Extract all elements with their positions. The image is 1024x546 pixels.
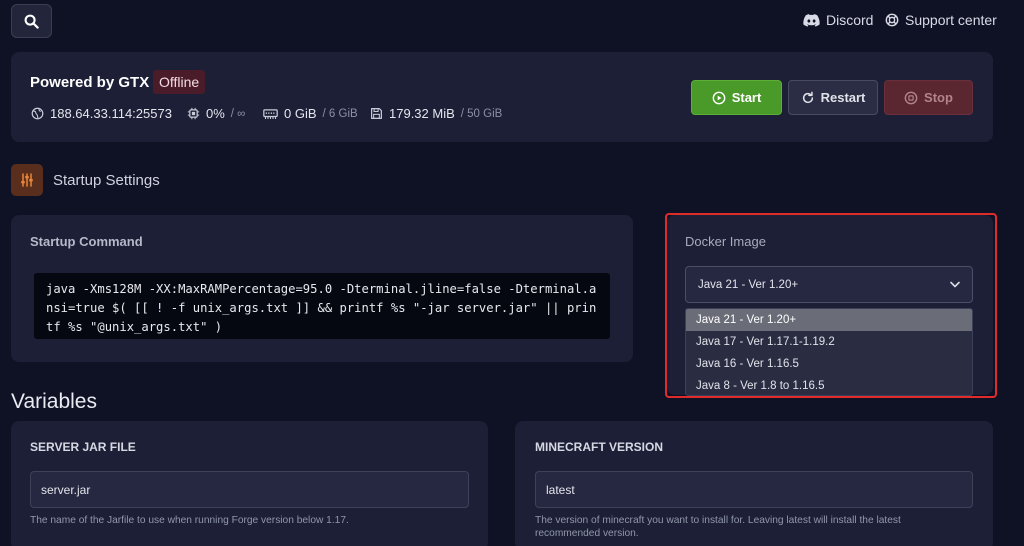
variable-title: MINECRAFT VERSION <box>535 440 664 454</box>
discord-icon <box>803 13 820 27</box>
stop-label: Stop <box>924 90 953 105</box>
start-button[interactable]: Start <box>691 80 782 115</box>
server-address: 188.64.33.114:25573 <box>31 106 172 121</box>
support-center-label: Support center <box>905 12 997 28</box>
address-value: 188.64.33.114:25573 <box>50 106 172 121</box>
docker-image-dropdown: Java 21 - Ver 1.20+ Java 17 - Ver 1.17.1… <box>685 308 973 396</box>
variable-title: SERVER JAR FILE <box>30 440 136 454</box>
cpu-usage: 0% / ∞ <box>187 106 245 121</box>
support-center-link[interactable]: Support center <box>885 12 997 28</box>
memory-value: 0 GiB <box>284 106 317 121</box>
restart-icon <box>802 91 813 103</box>
docker-image-label: Docker Image <box>685 234 766 249</box>
variables-title: Variables <box>11 390 97 413</box>
variable-description: The name of the Jarfile to use when runn… <box>30 515 349 526</box>
chevron-down-icon <box>950 281 960 288</box>
server-name: Powered by GTX <box>30 74 150 91</box>
minecraft-version-value: latest <box>546 482 575 497</box>
disk-value: 179.32 MiB <box>389 106 455 121</box>
globe-icon <box>31 107 44 120</box>
startup-settings-icon-box <box>11 164 43 196</box>
play-circle-icon <box>712 91 726 104</box>
memory-limit: / 6 GiB <box>322 107 358 120</box>
floppy-disk-icon <box>371 108 382 119</box>
startup-settings-title: Startup Settings <box>53 172 160 189</box>
discord-label: Discord <box>826 12 874 28</box>
start-label: Start <box>731 90 762 105</box>
minecraft-version-input[interactable]: latest <box>535 471 973 508</box>
stop-button[interactable]: Stop <box>884 80 973 115</box>
docker-image-selected: Java 21 - Ver 1.20+ <box>698 278 799 291</box>
cpu-value: 0% <box>206 106 225 121</box>
restart-label: Restart <box>820 90 866 105</box>
lifebuoy-icon <box>885 13 899 27</box>
search-button[interactable] <box>11 4 52 38</box>
discord-link[interactable]: Discord <box>803 12 873 28</box>
docker-image-select[interactable]: Java 21 - Ver 1.20+ <box>685 266 973 303</box>
server-jar-value: server.jar <box>41 482 91 497</box>
cpu-icon <box>187 107 200 120</box>
docker-option[interactable]: Java 21 - Ver 1.20+ <box>686 309 972 331</box>
server-jar-input[interactable]: server.jar <box>30 471 469 508</box>
docker-option[interactable]: Java 17 - Ver 1.17.1-1.19.2 <box>686 331 972 353</box>
stop-circle-icon <box>904 91 918 104</box>
disk-limit: / 50 GiB <box>460 107 503 120</box>
startup-command-label: Startup Command <box>30 234 143 249</box>
variable-description: The version of minecraft you want to ins… <box>535 515 901 539</box>
restart-button[interactable]: Restart <box>788 80 878 115</box>
status-badge: Offline <box>153 70 206 94</box>
startup-command-text: java -Xms128M -XX:MaxRAMPercentage=95.0 … <box>34 273 610 339</box>
memory-icon <box>263 108 278 119</box>
memory-usage: 0 GiB / 6 GiB <box>263 106 358 121</box>
docker-option[interactable]: Java 8 - Ver 1.8 to 1.16.5 <box>686 375 972 395</box>
cpu-limit: / ∞ <box>230 107 246 120</box>
search-icon <box>24 14 39 29</box>
docker-option[interactable]: Java 16 - Ver 1.16.5 <box>686 353 972 375</box>
sliders-icon <box>21 173 33 187</box>
disk-usage: 179.32 MiB / 50 GiB <box>370 106 502 121</box>
